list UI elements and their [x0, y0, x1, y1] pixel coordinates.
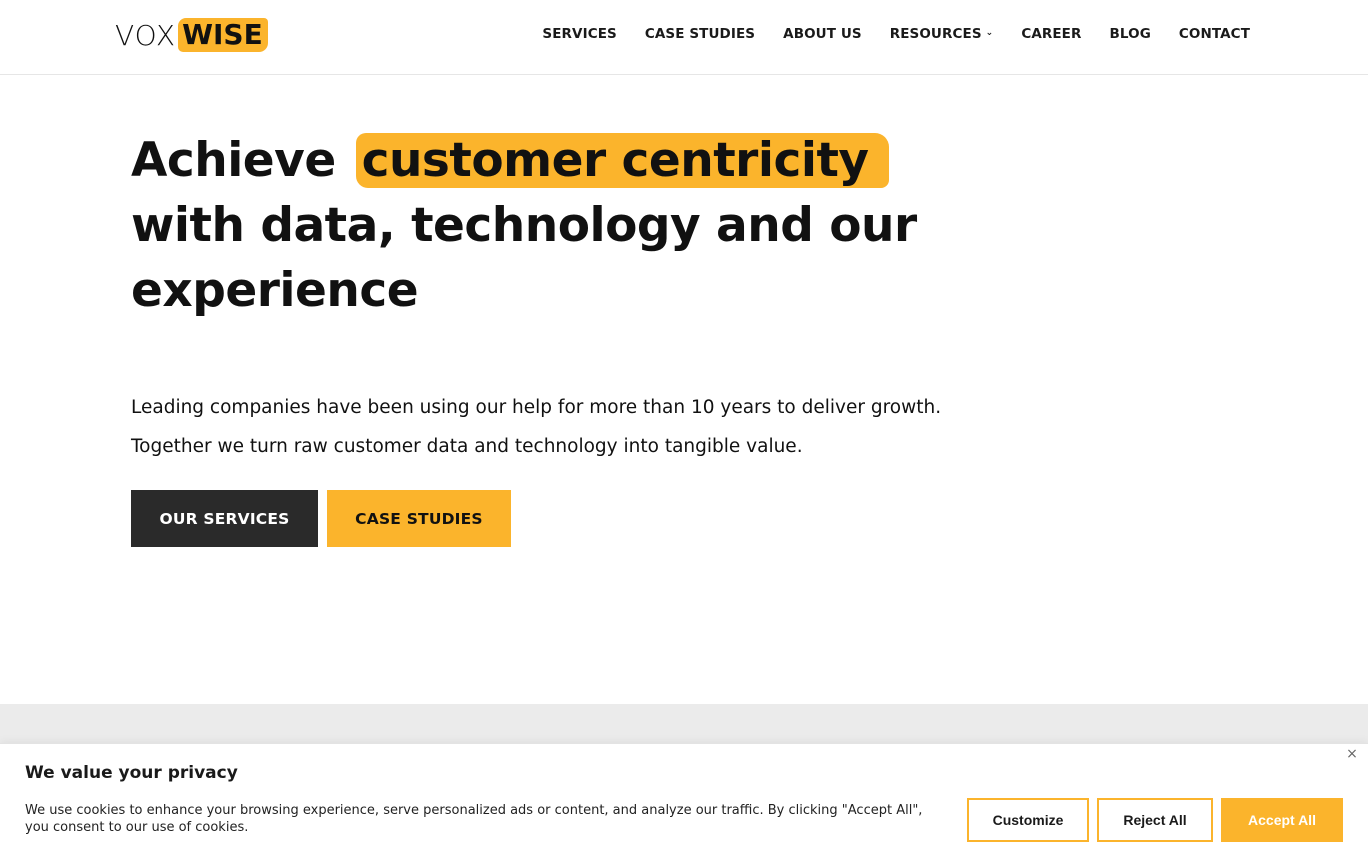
case-studies-button[interactable]: CASE STUDIES [327, 490, 511, 547]
nav-blog[interactable]: BLOG [1110, 26, 1151, 42]
hero-title-highlight: customer centricity [355, 133, 889, 188]
main-nav: SERVICES CASE STUDIES ABOUT US RESOURCES… [542, 26, 1250, 42]
nav-about-us[interactable]: ABOUT US [783, 26, 862, 42]
nav-resources[interactable]: RESOURCES ⌄ [890, 26, 994, 42]
our-services-button[interactable]: OUR SERVICES [131, 490, 318, 547]
nav-career[interactable]: CAREER [1021, 26, 1081, 42]
customize-button[interactable]: Customize [967, 798, 1089, 842]
nav-contact[interactable]: CONTACT [1179, 26, 1250, 42]
cookie-banner: We value your privacy We use cookies to … [0, 743, 1368, 858]
logo-text-wise: WISE [178, 18, 268, 52]
nav-resources-label: RESOURCES [889, 26, 982, 42]
logo[interactable]: VOX WISE [115, 18, 268, 52]
hero-subtitle-line1: Leading companies have been using our he… [131, 397, 942, 418]
hero-subtitle-line2: Together we turn raw customer data and t… [131, 436, 803, 457]
cookie-title: We value your privacy [25, 763, 238, 783]
reject-all-button[interactable]: Reject All [1097, 798, 1213, 842]
close-icon[interactable]: × [1344, 746, 1360, 762]
nav-services[interactable]: SERVICES [542, 26, 616, 42]
site-header: VOX WISE SERVICES CASE STUDIES ABOUT US … [0, 0, 1368, 75]
nav-case-studies[interactable]: CASE STUDIES [645, 26, 755, 42]
chevron-down-icon: ⌄ [985, 28, 994, 38]
hero-title-after: with data, technology and our experience [131, 198, 917, 318]
hero-title: Achieve customer centricity with data, t… [131, 128, 951, 323]
hero-subtitle: Leading companies have been using our he… [131, 388, 941, 466]
logo-text-vox: VOX [115, 18, 177, 52]
accept-all-button[interactable]: Accept All [1221, 798, 1343, 842]
hero-title-before: Achieve [131, 133, 336, 188]
cookie-text: We use cookies to enhance your browsing … [25, 803, 923, 835]
